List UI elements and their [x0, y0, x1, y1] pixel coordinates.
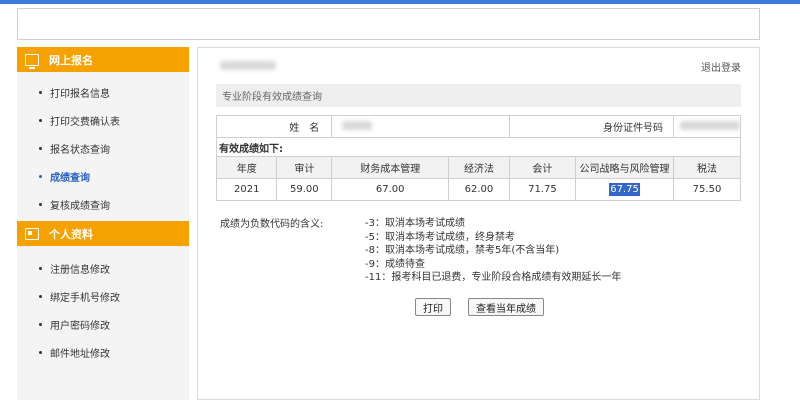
negative-code-legend: 成绩为负数代码的含义: [220, 219, 324, 230]
column-header: 经济法 [448, 156, 510, 179]
top-accent-bar [0, 0, 800, 4]
cell-tax-law: 75.50 [673, 178, 741, 201]
sidebar-item-edit-email[interactable]: 邮件地址修改 [17, 338, 189, 366]
user-name-redacted [220, 61, 276, 73]
cell-strategy: 67.75 [575, 178, 674, 201]
sidebar-section-online-registration: 网上报名 [17, 47, 189, 72]
id-value-redacted [673, 115, 741, 138]
print-button[interactable]: 打印 [415, 298, 451, 316]
main-content: 退出登录 专业阶段有效成绩查询 姓 名 身份证件号码 有效成绩如下: 年度 审计… [197, 47, 760, 400]
sidebar-menu-registration: 打印报名信息 打印交费确认表 报名状态查询 成绩查询 复核成绩查询 [17, 72, 189, 218]
cell-accounting: 71.75 [508, 178, 577, 201]
cell-financial-cost: 67.00 [331, 178, 450, 201]
code-item: -11：报考科目已退费，专业阶段合格成绩有效期延长一年 [365, 272, 622, 283]
panel-title: 专业阶段有效成绩查询 [216, 84, 741, 107]
sidebar-section-title: 个人资料 [49, 227, 93, 241]
code-item: -3：取消本场考试成绩 [365, 218, 465, 229]
sidebar-section-title: 网上报名 [49, 53, 93, 67]
column-header: 公司战略与风险管理 [575, 156, 674, 179]
cell-economic-law: 62.00 [448, 178, 510, 201]
code-item: -5：取消本场考试成绩，终身禁考 [365, 231, 515, 243]
column-header: 年度 [215, 156, 278, 179]
cell-audit: 59.00 [276, 178, 333, 201]
bullet-icon [39, 350, 42, 354]
selected-text: 67.75 [609, 183, 640, 196]
logout-link[interactable]: 退出登录 [701, 59, 741, 74]
column-header: 会计 [508, 156, 577, 179]
table-header-row: 年度 审计 财务成本管理 经济法 会计 公司战略与风险管理 税法 [215, 156, 741, 179]
bullet-icon [39, 294, 42, 298]
bullet-icon [39, 266, 42, 270]
valid-scores-title: 有效成绩如下: [216, 137, 741, 157]
id-card-icon [25, 227, 39, 240]
sidebar-item-registration-status[interactable]: 报名状态查询 [17, 134, 189, 162]
view-current-year-button[interactable]: 查看当年成绩 [468, 298, 544, 316]
table-row: 有效成绩如下: [216, 137, 741, 157]
bullet-icon [39, 174, 42, 178]
name-label: 姓 名 [215, 115, 333, 138]
bullet-icon [39, 90, 42, 94]
sidebar-item-print-registration[interactable]: 打印报名信息 [17, 78, 189, 106]
table-row: 2021 59.00 67.00 62.00 71.75 67.75 75.50 [215, 178, 741, 201]
column-header: 税法 [673, 156, 741, 179]
sidebar-item-score-query[interactable]: 成绩查询 [17, 162, 189, 190]
id-label: 身份证件号码 [508, 115, 675, 138]
column-header: 财务成本管理 [331, 156, 450, 179]
score-table: 姓 名 身份证件号码 有效成绩如下: 年度 审计 财务成本管理 经济法 会计 公… [215, 115, 741, 201]
sidebar-item-edit-password[interactable]: 用户密码修改 [17, 310, 189, 338]
sidebar-menu-personal: 注册信息修改 绑定手机号修改 用户密码修改 邮件地址修改 [17, 246, 189, 366]
cell-year: 2021 [215, 178, 278, 201]
column-header: 审计 [276, 156, 333, 179]
sidebar-item-print-payment[interactable]: 打印交费确认表 [17, 106, 189, 134]
sidebar-item-edit-registration[interactable]: 注册信息修改 [17, 254, 189, 282]
sidebar-item-edit-phone[interactable]: 绑定手机号修改 [17, 282, 189, 310]
sidebar-item-review-score-query[interactable]: 复核成绩查询 [17, 190, 189, 218]
code-item: -9：成绩待查 [365, 258, 425, 270]
bullet-icon [39, 118, 42, 122]
code-item: -8：取消本场考试成绩，禁考5年(不含当年) [365, 245, 560, 256]
sidebar: 网上报名 打印报名信息 打印交费确认表 报名状态查询 成绩查询 复核成绩查询 个… [17, 47, 189, 400]
monitor-icon [25, 53, 39, 69]
sidebar-section-personal-info: 个人资料 [17, 221, 189, 246]
bullet-icon [39, 146, 42, 150]
negative-code-list: -3：取消本场考试成绩 -5：取消本场考试成绩，终身禁考 -8：取消本场考试成绩… [365, 217, 621, 285]
header-banner [17, 8, 760, 40]
name-value-redacted [331, 115, 510, 138]
bullet-icon [39, 322, 42, 326]
bullet-icon [39, 202, 42, 206]
table-row: 姓 名 身份证件号码 [215, 115, 741, 138]
